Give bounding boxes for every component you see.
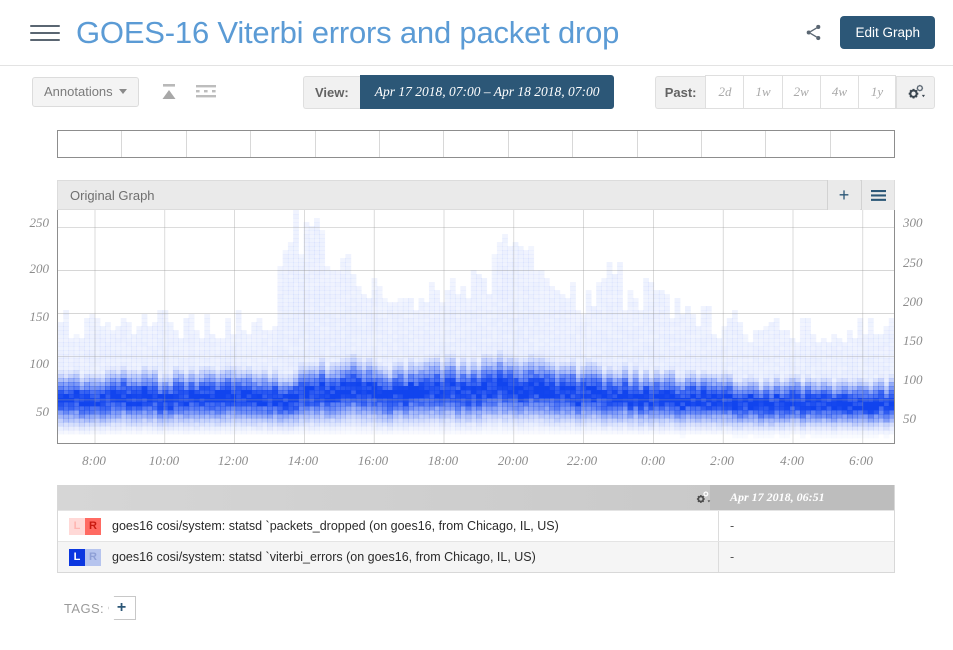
heatmap-plot[interactable] xyxy=(57,210,895,444)
x-tick: 6:00 xyxy=(849,453,873,468)
page-header: GOES-16 Viterbi errors and packet drop E… xyxy=(0,0,953,66)
plus-icon[interactable]: + xyxy=(827,180,860,211)
annotation-cell[interactable] xyxy=(316,131,380,157)
past-range-group: Past: 2d 1w 2w 4w 1y xyxy=(654,75,935,109)
series-legend-table: Apr 17 2018, 06:51 L R goes16 cosi/syste… xyxy=(57,485,895,573)
x-tick: 16:00 xyxy=(357,453,389,468)
x-tick: 12:00 xyxy=(217,453,249,468)
axis-toggle-right[interactable]: R xyxy=(85,548,101,566)
x-tick: 8:00 xyxy=(82,453,106,468)
view-label: View: xyxy=(303,75,360,109)
y-left-tick: 250 xyxy=(29,215,50,230)
table-row[interactable]: L R goes16 cosi/system: statsd `viterbi_… xyxy=(58,541,894,572)
hamburger-icon[interactable] xyxy=(30,21,60,45)
collapse-up-icon[interactable] xyxy=(153,79,185,105)
graph-panel: Original Graph + 250 200 150 100 50 300 … xyxy=(30,180,923,477)
y-left-tick: 50 xyxy=(36,404,49,419)
annotation-cell[interactable] xyxy=(509,131,574,157)
past-option-2w[interactable]: 2w xyxy=(781,75,820,109)
past-option-1y[interactable]: 1y xyxy=(858,75,896,109)
y-left-tick: 150 xyxy=(29,309,50,324)
x-tick: 4:00 xyxy=(780,453,804,468)
past-option-2d[interactable]: 2d xyxy=(705,75,744,109)
plot-wrapper: 250 200 150 100 50 300 250 200 150 100 5… xyxy=(30,210,923,477)
axis-toggle[interactable]: L R xyxy=(69,548,101,566)
annotation-cell[interactable] xyxy=(122,131,187,157)
series-label: goes16 cosi/system: statsd `viterbi_erro… xyxy=(112,550,536,564)
axis-toggle[interactable]: L R xyxy=(69,517,101,535)
y-right-tick: 200 xyxy=(903,294,923,309)
y-right-tick: 300 xyxy=(903,215,923,230)
x-tick: 10:00 xyxy=(148,453,180,468)
graph-panel-header: Original Graph + xyxy=(57,180,895,211)
tags-label: TAGS: xyxy=(64,600,105,616)
x-tick: 22:00 xyxy=(566,453,598,468)
legend-header-row: Apr 17 2018, 06:51 xyxy=(58,485,894,510)
tags-row: TAGS: + xyxy=(64,596,137,620)
y-right-tick: 250 xyxy=(903,255,923,270)
gear-icon[interactable] xyxy=(896,75,935,109)
add-tag-button[interactable]: + xyxy=(108,596,137,620)
x-tick: 20:00 xyxy=(497,453,529,468)
y-right-tick: 50 xyxy=(903,411,916,426)
legend-series-cell: L R goes16 cosi/system: statsd `viterbi_… xyxy=(58,542,719,572)
gear-icon[interactable] xyxy=(694,490,711,506)
annotation-cell[interactable] xyxy=(702,131,767,157)
axis-toggle-left[interactable]: L xyxy=(69,517,85,535)
axis-toggle-right[interactable]: R xyxy=(85,517,101,535)
x-tick: 0:00 xyxy=(641,453,665,468)
view-range-value[interactable]: Apr 17 2018, 07:00 – Apr 18 2018, 07:00 xyxy=(359,75,615,109)
legend-timestamp-header: Apr 17 2018, 06:51 xyxy=(730,490,825,504)
y-left-tick: 200 xyxy=(29,261,50,276)
x-tick: 14:00 xyxy=(287,453,319,468)
table-row[interactable]: L R goes16 cosi/system: statsd `packets_… xyxy=(58,510,894,541)
annotation-cell[interactable] xyxy=(766,131,831,157)
annotation-cell[interactable] xyxy=(831,131,894,157)
past-label: Past: xyxy=(654,75,706,109)
legend-settings-cell xyxy=(58,490,719,506)
graph-toolbar: Annotations View: Apr 17 2018, 07:00 – A… xyxy=(0,66,953,118)
heatmap-canvas xyxy=(58,210,894,443)
page-title: GOES-16 Viterbi errors and packet drop xyxy=(76,14,620,50)
past-option-1w[interactable]: 1w xyxy=(743,75,782,109)
hamburger-menu-icon[interactable] xyxy=(861,180,894,211)
x-tick: 2:00 xyxy=(710,453,734,468)
annotations-dropdown[interactable]: Annotations xyxy=(32,76,139,108)
y-right-tick: 150 xyxy=(903,333,923,348)
annotation-cell[interactable] xyxy=(444,131,509,157)
share-icon[interactable] xyxy=(796,16,830,50)
past-option-4w[interactable]: 4w xyxy=(819,75,858,109)
annotations-group: Annotations xyxy=(32,76,223,108)
annotation-cell[interactable] xyxy=(380,131,445,157)
graph-panel-title: Original Graph xyxy=(70,187,155,203)
edit-graph-button[interactable]: Edit Graph xyxy=(840,16,935,49)
annotation-cell[interactable] xyxy=(58,131,123,157)
stacked-lines-icon[interactable] xyxy=(189,79,223,105)
view-range-group: View: Apr 17 2018, 07:00 – Apr 18 2018, … xyxy=(303,75,615,109)
y-left-tick: 100 xyxy=(29,356,50,371)
annotation-cell[interactable] xyxy=(251,131,316,157)
annotations-label: Annotations xyxy=(44,83,113,99)
annotation-cell[interactable] xyxy=(573,131,638,157)
series-value: - xyxy=(730,550,735,564)
legend-series-cell: L R goes16 cosi/system: statsd `packets_… xyxy=(58,511,719,541)
axis-toggle-left[interactable]: L xyxy=(69,548,85,566)
series-value: - xyxy=(730,519,735,533)
chevron-down-icon xyxy=(118,89,127,95)
annotation-cell[interactable] xyxy=(187,131,252,157)
annotation-cell[interactable] xyxy=(638,131,702,157)
series-label: goes16 cosi/system: statsd `packets_drop… xyxy=(112,519,559,533)
y-right-tick: 100 xyxy=(903,372,923,387)
annotation-strip[interactable] xyxy=(57,130,895,158)
x-tick: 18:00 xyxy=(427,453,459,468)
